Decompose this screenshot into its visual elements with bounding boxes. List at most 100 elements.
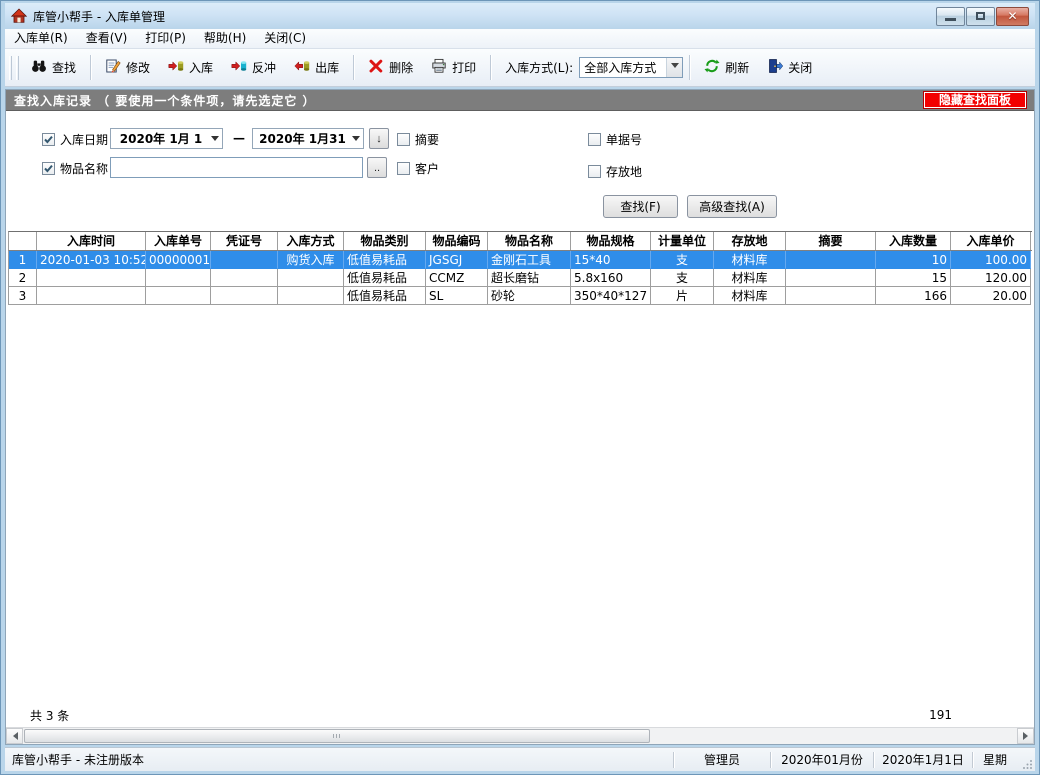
grid-column-header[interactable]: 入库数量 xyxy=(876,232,951,250)
grid-cell[interactable]: 3 xyxy=(9,287,37,305)
grid-row[interactable]: 12020-01-03 10:5200000001 购货入库低值易耗品JGSGJ金… xyxy=(8,251,1032,269)
grid-cell[interactable] xyxy=(211,251,278,269)
date-to-select[interactable]: 2020年 1月31 xyxy=(252,128,364,149)
grid-cell[interactable] xyxy=(786,269,876,287)
grid-cell[interactable]: 5.8x160 xyxy=(571,269,651,287)
print-button[interactable]: 打印 xyxy=(423,54,484,82)
inbound-mode-select[interactable]: 全部入库方式 xyxy=(579,57,683,78)
grid-cell[interactable]: CCMZ xyxy=(426,269,488,287)
grid-cell[interactable] xyxy=(37,287,146,305)
menu-item-inbound-order[interactable]: 入库单(R) xyxy=(5,29,77,48)
grid-cell[interactable] xyxy=(146,269,211,287)
grid-cell[interactable]: 材料库 xyxy=(714,251,786,269)
grid-cell[interactable]: 低值易耗品 xyxy=(344,269,426,287)
grid-cell[interactable]: 100.00 xyxy=(951,251,1031,269)
scrollbar-thumb[interactable] xyxy=(24,729,650,743)
grid-row[interactable]: 2 低值易耗品CCMZ超长磨钻5.8x160支材料库 15120.00 xyxy=(8,269,1032,287)
grid-cell[interactable]: 2 xyxy=(9,269,37,287)
grid-column-header[interactable]: 入库时间 xyxy=(37,232,146,250)
grid-cell[interactable] xyxy=(278,269,344,287)
toolbar-gripper[interactable] xyxy=(16,56,19,80)
refresh-button[interactable]: 刷新 xyxy=(696,54,757,82)
grid-column-header[interactable]: 物品名称 xyxy=(488,232,571,250)
grid-cell[interactable]: 120.00 xyxy=(951,269,1031,287)
grid-row[interactable]: 3 低值易耗品SL砂轮350*40*127片材料库 16620.00 xyxy=(8,287,1032,305)
advanced-search-button[interactable]: 高级查找(A) xyxy=(687,195,777,218)
date-from-select[interactable]: 2020年 1月 1 xyxy=(110,128,223,149)
summary-checkbox[interactable]: 摘要 xyxy=(397,129,439,149)
grid-cell[interactable] xyxy=(146,287,211,305)
find-button[interactable]: 查找 xyxy=(23,54,84,82)
grid-cell[interactable]: 350*40*127 xyxy=(571,287,651,305)
hide-search-panel-button[interactable]: 隐藏查找面板 xyxy=(924,92,1026,108)
close-button[interactable]: ✕ xyxy=(996,7,1029,26)
grid-column-header[interactable]: 摘要 xyxy=(786,232,876,250)
grid-cell[interactable]: 15 xyxy=(876,269,951,287)
grid-cell[interactable]: 购货入库 xyxy=(278,251,344,269)
menu-item-view[interactable]: 查看(V) xyxy=(77,29,137,48)
grid-cell[interactable] xyxy=(786,287,876,305)
grid-cell[interactable] xyxy=(37,269,146,287)
search-button[interactable]: 查找(F) xyxy=(603,195,678,218)
outbound-button[interactable]: 出库 xyxy=(286,54,347,82)
inbound-button[interactable]: 入库 xyxy=(160,54,221,82)
restore-button[interactable] xyxy=(966,7,995,26)
modify-button[interactable]: 修改 xyxy=(97,54,158,82)
doc-no-checkbox[interactable]: 单据号 xyxy=(588,129,642,149)
grid-cell[interactable]: SL xyxy=(426,287,488,305)
grid-cell[interactable]: 支 xyxy=(651,251,714,269)
delete-button[interactable]: 删除 xyxy=(360,54,421,82)
menu-item-help[interactable]: 帮助(H) xyxy=(195,29,255,48)
grid-cell[interactable]: 低值易耗品 xyxy=(344,251,426,269)
grid-column-header[interactable]: 入库单价 xyxy=(951,232,1031,250)
grid-cell[interactable]: JGSGJ xyxy=(426,251,488,269)
grid-column-header[interactable]: 计量单位 xyxy=(651,232,714,250)
menu-item-close[interactable]: 关闭(C) xyxy=(255,29,315,48)
grid-cell[interactable]: 低值易耗品 xyxy=(344,287,426,305)
grid-cell[interactable]: 材料库 xyxy=(714,269,786,287)
grid-cell[interactable]: 10 xyxy=(876,251,951,269)
customer-checkbox[interactable]: 客户 xyxy=(397,158,439,178)
horizontal-scrollbar[interactable] xyxy=(6,727,1034,744)
grid-cell[interactable]: 2020-01-03 10:52 xyxy=(37,251,146,269)
item-name-checkbox[interactable]: 物品名称 xyxy=(42,158,108,178)
grid-cell[interactable]: 超长磨钻 xyxy=(488,269,571,287)
grid-cell[interactable] xyxy=(211,287,278,305)
close-window-button[interactable]: 关闭 xyxy=(759,54,820,82)
grid-cell[interactable]: 材料库 xyxy=(714,287,786,305)
grid-cell[interactable]: 支 xyxy=(651,269,714,287)
grid-column-header[interactable]: 物品规格 xyxy=(571,232,651,250)
item-name-input[interactable] xyxy=(110,157,363,178)
grid-column-header[interactable]: 凭证号 xyxy=(211,232,278,250)
location-checkbox[interactable]: 存放地 xyxy=(588,161,642,181)
grid-column-header[interactable] xyxy=(9,232,37,250)
date-down-button[interactable]: ↓ xyxy=(369,128,389,149)
scrollbar-track[interactable] xyxy=(23,728,1017,744)
minimize-button[interactable] xyxy=(936,7,965,26)
menu-item-print[interactable]: 打印(P) xyxy=(136,29,195,48)
grid-cell[interactable] xyxy=(278,287,344,305)
grid-column-header[interactable]: 存放地 xyxy=(714,232,786,250)
grid-cell[interactable]: 1 xyxy=(9,251,37,269)
grid-cell[interactable]: 20.00 xyxy=(951,287,1031,305)
grid-cell[interactable]: 15*40 xyxy=(571,251,651,269)
grid-column-header[interactable]: 物品编码 xyxy=(426,232,488,250)
grid-cell[interactable]: 166 xyxy=(876,287,951,305)
grid-column-header[interactable]: 入库方式 xyxy=(278,232,344,250)
scroll-right-button[interactable] xyxy=(1017,728,1034,744)
browse-button[interactable]: .. xyxy=(367,157,387,178)
scroll-left-button[interactable] xyxy=(6,728,23,744)
grid-cell[interactable]: 金刚石工具 xyxy=(488,251,571,269)
grid-cell[interactable] xyxy=(211,269,278,287)
grid-column-header[interactable]: 入库单号 xyxy=(146,232,211,250)
resize-grip-icon[interactable] xyxy=(1021,748,1035,771)
grid-cell[interactable]: 片 xyxy=(651,287,714,305)
chevron-down-icon[interactable] xyxy=(666,58,682,77)
grid-column-header[interactable]: 物品类别 xyxy=(344,232,426,250)
grid-cell[interactable]: 00000001 xyxy=(146,251,211,269)
reverse-button[interactable]: 反冲 xyxy=(223,54,284,82)
date-range-checkbox[interactable]: 入库日期 xyxy=(42,129,108,149)
toolbar-gripper[interactable] xyxy=(9,56,12,80)
grid-cell[interactable] xyxy=(786,251,876,269)
grid-cell[interactable]: 砂轮 xyxy=(488,287,571,305)
